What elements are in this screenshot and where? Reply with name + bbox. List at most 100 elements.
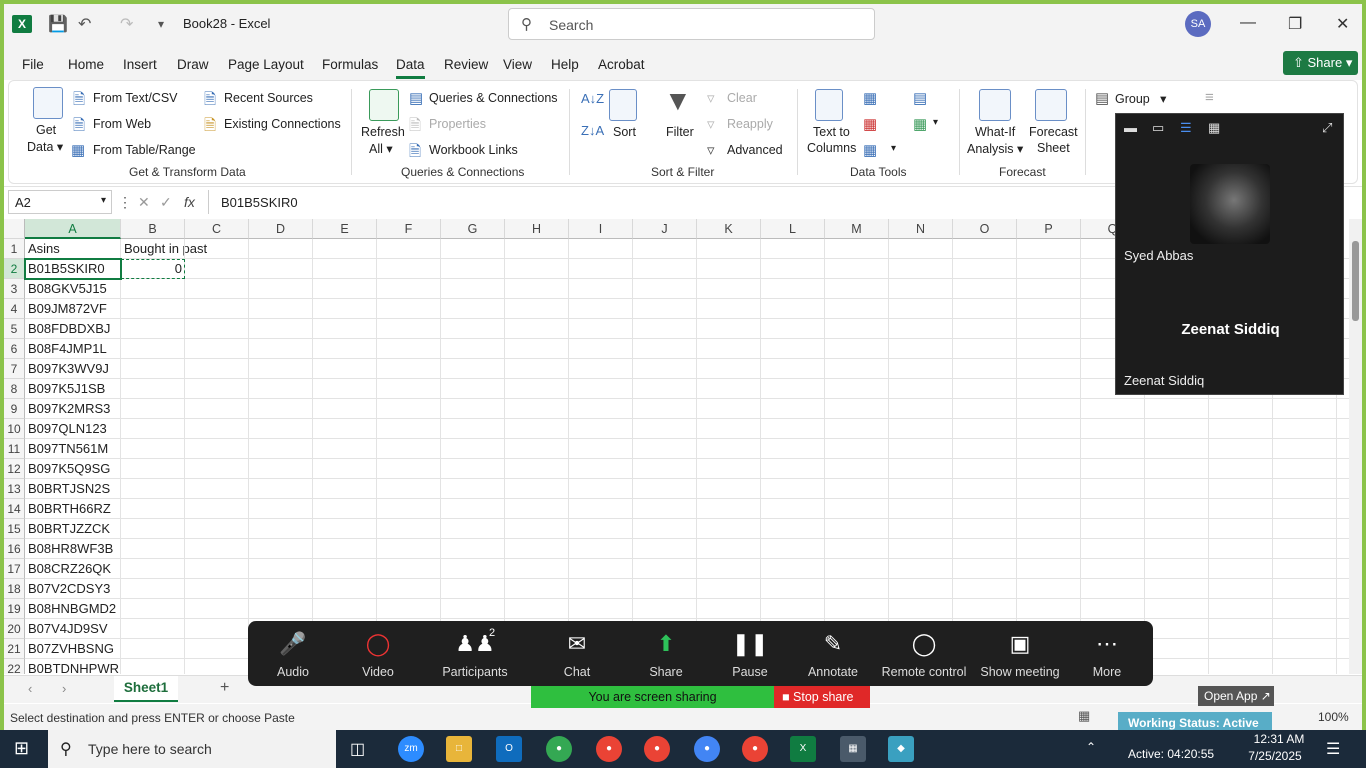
- chrome-profile-icon[interactable]: ●: [596, 736, 622, 762]
- tab-draw[interactable]: Draw: [177, 57, 209, 72]
- analysis-label[interactable]: Analysis ▾: [967, 141, 1023, 156]
- zoom-app-icon[interactable]: zm: [398, 736, 424, 762]
- app-icon[interactable]: ◆: [888, 736, 914, 762]
- row-header-18[interactable]: 18: [4, 579, 25, 599]
- group-button[interactable]: Group ▾: [1115, 91, 1166, 106]
- col-header-g[interactable]: G: [441, 219, 505, 239]
- row-header-16[interactable]: 16: [4, 539, 25, 559]
- asin-cell[interactable]: B0BRTH66RZ: [25, 499, 111, 519]
- asin-cell[interactable]: B08FDBDXBJ: [25, 319, 110, 339]
- refresh-all-label[interactable]: All ▾: [369, 141, 393, 156]
- asin-cell[interactable]: B07V4JD9SV: [25, 619, 108, 639]
- enter-icon[interactable]: ✓: [160, 194, 172, 211]
- save-icon[interactable]: 💾: [48, 14, 68, 34]
- manage-model-dropdown-icon[interactable]: ▾: [933, 117, 938, 128]
- row-header-2[interactable]: 2: [4, 259, 25, 279]
- vertical-scrollbar[interactable]: [1349, 219, 1362, 674]
- asin-cell[interactable]: B0BTDNHPWR: [25, 659, 119, 674]
- more-icon[interactable]: ⋮: [118, 194, 132, 211]
- sort-az-icon[interactable]: A↓Z: [581, 91, 604, 106]
- sheet-tab-sheet1[interactable]: Sheet1: [114, 676, 178, 702]
- advanced-button[interactable]: Advanced: [727, 143, 783, 157]
- col-header-h[interactable]: H: [505, 219, 569, 239]
- tab-review[interactable]: Review: [444, 57, 488, 72]
- audio-button[interactable]: 🎤 Audio: [253, 621, 333, 686]
- asin-cell[interactable]: B097QLN123: [25, 419, 107, 439]
- forecast-sheet-icon[interactable]: [1035, 89, 1067, 121]
- clock-date[interactable]: 7/25/2025: [1240, 749, 1310, 763]
- thumbnail-view-icon[interactable]: ▭: [1152, 120, 1164, 136]
- customize-qat-icon[interactable]: ▾: [158, 17, 164, 31]
- file-explorer-icon[interactable]: □: [446, 736, 472, 762]
- cancel-icon[interactable]: ✕: [138, 194, 150, 211]
- remove-duplicates-icon[interactable]: ▦: [863, 115, 877, 133]
- sort-za-icon[interactable]: Z↓A: [581, 123, 604, 138]
- row-header-3[interactable]: 3: [4, 279, 25, 299]
- row-header-21[interactable]: 21: [4, 639, 25, 659]
- col-header-m[interactable]: M: [825, 219, 889, 239]
- pause-button[interactable]: ❚❚ Pause: [710, 621, 790, 686]
- row-header-6[interactable]: 6: [4, 339, 25, 359]
- what-if-label[interactable]: What-If: [975, 125, 1015, 139]
- row-header-1[interactable]: 1: [4, 239, 25, 259]
- asin-cell[interactable]: B097K5J1SB: [25, 379, 105, 399]
- asin-cell[interactable]: B07V2CDSY3: [25, 579, 110, 599]
- cell-a1[interactable]: Asins: [25, 239, 60, 259]
- asin-cell[interactable]: B0BRTJSN2S: [25, 479, 110, 499]
- video-button[interactable]: ◯ Video: [338, 621, 418, 686]
- tab-help[interactable]: Help: [551, 57, 579, 72]
- row-header-14[interactable]: 14: [4, 499, 25, 519]
- text-to-columns-icon[interactable]: [815, 89, 843, 121]
- asin-cell[interactable]: B097K2MRS3: [25, 399, 110, 419]
- row-header-17[interactable]: 17: [4, 559, 25, 579]
- stop-share-button[interactable]: ■ Stop share: [774, 686, 870, 708]
- asin-cell[interactable]: B08HNBGMD2: [25, 599, 116, 619]
- col-header-f[interactable]: F: [377, 219, 441, 239]
- show-hidden-icons[interactable]: ⌃: [1086, 740, 1096, 754]
- relationships-icon[interactable]: ▦: [913, 115, 927, 133]
- col-header-n[interactable]: N: [889, 219, 953, 239]
- columns-label[interactable]: Columns: [807, 141, 856, 155]
- tab-file[interactable]: File: [22, 57, 44, 72]
- col-header-c[interactable]: C: [185, 219, 249, 239]
- chrome-icon[interactable]: ●: [546, 736, 572, 762]
- col-header-l[interactable]: L: [761, 219, 825, 239]
- properties-button[interactable]: Properties: [429, 117, 486, 131]
- from-web-button[interactable]: From Web: [93, 117, 151, 131]
- prev-sheet-icon[interactable]: ‹: [28, 681, 32, 696]
- calculator-icon[interactable]: ▦: [840, 736, 866, 762]
- col-header-e[interactable]: E: [313, 219, 377, 239]
- existing-connections-button[interactable]: Existing Connections: [224, 117, 341, 131]
- more-button[interactable]: ⋯ More: [1067, 621, 1147, 686]
- asin-cell[interactable]: B09JM872VF: [25, 299, 107, 319]
- chrome-profile-2-icon[interactable]: ●: [644, 736, 670, 762]
- restore-icon[interactable]: ❐: [1288, 14, 1302, 34]
- reapply-button[interactable]: Reapply: [727, 117, 773, 131]
- asin-cell[interactable]: B08HR8WF3B: [25, 539, 113, 559]
- col-header-p[interactable]: P: [1017, 219, 1081, 239]
- row-header-20[interactable]: 20: [4, 619, 25, 639]
- row-header-9[interactable]: 9: [4, 399, 25, 419]
- row-header-12[interactable]: 12: [4, 459, 25, 479]
- row-header-7[interactable]: 7: [4, 359, 25, 379]
- minimize-panel-icon[interactable]: ▬: [1124, 120, 1137, 135]
- minimize-icon[interactable]: —: [1240, 14, 1256, 32]
- sheet-label[interactable]: Sheet: [1037, 141, 1070, 155]
- row-header-15[interactable]: 15: [4, 519, 25, 539]
- col-header-b[interactable]: B: [121, 219, 185, 239]
- refresh-all-icon[interactable]: [369, 89, 399, 121]
- queries-connections-button[interactable]: Queries & Connections: [429, 91, 558, 105]
- tab-insert[interactable]: Insert: [123, 57, 157, 72]
- forecast-sheet-label[interactable]: Forecast: [1029, 125, 1078, 139]
- asin-cell[interactable]: B097K5Q9SG: [25, 459, 110, 479]
- asin-cell[interactable]: B08GKV5J15: [25, 279, 107, 299]
- asin-cell[interactable]: B097K3WV9J: [25, 359, 109, 379]
- remote-control-button[interactable]: ◯ Remote control: [876, 621, 972, 686]
- clock-time[interactable]: 12:31 AM: [1244, 732, 1314, 746]
- next-sheet-icon[interactable]: ›: [62, 681, 66, 696]
- normal-view-icon[interactable]: ▦: [1078, 708, 1090, 724]
- share-button[interactable]: ⇧ Share ▾: [1283, 51, 1358, 75]
- tab-home[interactable]: Home: [68, 57, 104, 72]
- chrome-profile-4-icon[interactable]: ●: [742, 736, 768, 762]
- notifications-icon[interactable]: ☰: [1326, 739, 1340, 759]
